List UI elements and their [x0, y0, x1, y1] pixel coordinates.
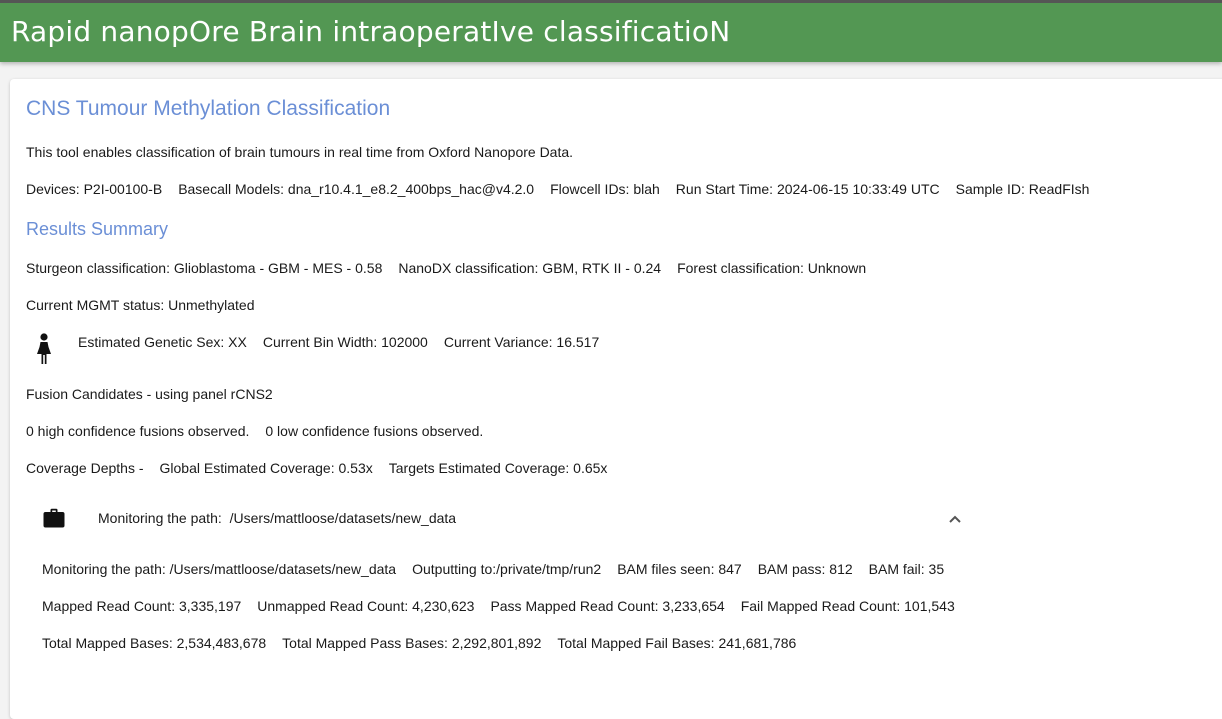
- fusion-counts-row: 0 high confidence fusions observed. 0 lo…: [26, 423, 483, 439]
- total-mapped-bases: Total Mapped Bases: 2,534,483,678: [42, 635, 267, 651]
- results-summary-title: Results Summary: [26, 219, 169, 239]
- read-counts-row: Mapped Read Count: 3,335,197 Unmapped Re…: [42, 598, 955, 614]
- app-header: Rapid nanopOre Brain intraoperatIve clas…: [0, 0, 1222, 62]
- targets-coverage: Targets Estimated Coverage: 0.65x: [388, 460, 608, 476]
- classification-row: Sturgeon classification: Glioblastoma - …: [26, 260, 866, 276]
- run-info-row: Devices: P2I-00100-B Basecall Models: dn…: [26, 181, 1089, 197]
- fail-mapped-read-count: Fail Mapped Read Count: 101,543: [740, 598, 955, 614]
- devices-text: Devices: P2I-00100-B: [26, 181, 163, 197]
- run-start-time-text: Run Start Time: 2024-06-15 10:33:49 UTC: [675, 181, 940, 197]
- page-title: CNS Tumour Methylation Classification: [26, 97, 391, 120]
- fusion-title: Fusion Candidates - using panel rCNS2: [26, 386, 273, 402]
- global-coverage: Global Estimated Coverage: 0.53x: [159, 460, 373, 476]
- bam-fail: BAM fail: 35: [868, 561, 945, 577]
- fusion-title-row: Fusion Candidates - using panel rCNS2: [26, 386, 273, 402]
- monitoring-paths-row: Monitoring the path: /Users/mattloose/da…: [42, 561, 944, 577]
- mapped-read-count: Mapped Read Count: 3,335,197: [42, 598, 242, 614]
- total-mapped-pass-bases: Total Mapped Pass Bases: 2,292,801,892: [282, 635, 542, 651]
- genetic-sex: Estimated Genetic Sex: XX: [78, 334, 247, 350]
- basecall-models-text: Basecall Models: dna_r10.4.1_e8.2_400bps…: [178, 181, 535, 197]
- monitoring-header-label: Monitoring the path:: [98, 510, 222, 526]
- low-confidence-fusions: 0 low confidence fusions observed.: [265, 423, 484, 439]
- high-confidence-fusions: 0 high confidence fusions observed.: [26, 423, 250, 439]
- total-mapped-fail-bases: Total Mapped Fail Bases: 241,681,786: [557, 635, 797, 651]
- description-text: This tool enables classification of brai…: [26, 144, 574, 160]
- monitoring-path: Monitoring the path: /Users/mattloose/da…: [42, 561, 397, 577]
- bam-files-seen: BAM files seen: 847: [617, 561, 742, 577]
- coverage-label: Coverage Depths -: [26, 460, 144, 476]
- mapped-bases-row: Total Mapped Bases: 2,534,483,678 Total …: [42, 635, 796, 651]
- output-path: Outputting to:/private/tmp/run2: [412, 561, 602, 577]
- mgmt-row: Current MGMT status: Unmethylated: [26, 297, 254, 313]
- description: This tool enables classification of brai…: [26, 144, 573, 160]
- mgmt-status: Current MGMT status: Unmethylated: [26, 297, 255, 313]
- variance: Current Variance: 16.517: [443, 334, 600, 350]
- unmapped-read-count: Unmapped Read Count: 4,230,623: [257, 598, 475, 614]
- nanodx-classification: NanoDX classification: GBM, RTK II - 0.2…: [398, 260, 662, 276]
- cnv-row: Estimated Genetic Sex: XX Current Bin Wi…: [78, 334, 599, 350]
- pass-mapped-read-count: Pass Mapped Read Count: 3,233,654: [490, 598, 725, 614]
- coverage-row: Coverage Depths - Global Estimated Cover…: [26, 460, 607, 476]
- flowcell-ids-text: Flowcell IDs: blah: [550, 181, 660, 197]
- sample-id-text: Sample ID: ReadFIsh: [955, 181, 1090, 197]
- sturgeon-classification: Sturgeon classification: Glioblastoma - …: [26, 260, 383, 276]
- monitoring-expansion-header[interactable]: Monitoring the path: /Users/mattloose/da…: [26, 496, 1222, 540]
- forest-classification: Forest classification: Unknown: [677, 260, 867, 276]
- bam-pass: BAM pass: 812: [757, 561, 853, 577]
- monitoring-header-path: /Users/mattloose/datasets/new_data: [229, 510, 457, 526]
- briefcase-icon: [43, 508, 65, 533]
- chevron-up-icon[interactable]: [947, 511, 963, 527]
- monitoring-header-text: Monitoring the path: /Users/mattloose/da…: [98, 510, 456, 526]
- female-person-icon: [34, 333, 54, 370]
- bin-width: Current Bin Width: 102000: [262, 334, 428, 350]
- app-title: Rapid nanopOre Brain intraoperatIve clas…: [11, 15, 731, 48]
